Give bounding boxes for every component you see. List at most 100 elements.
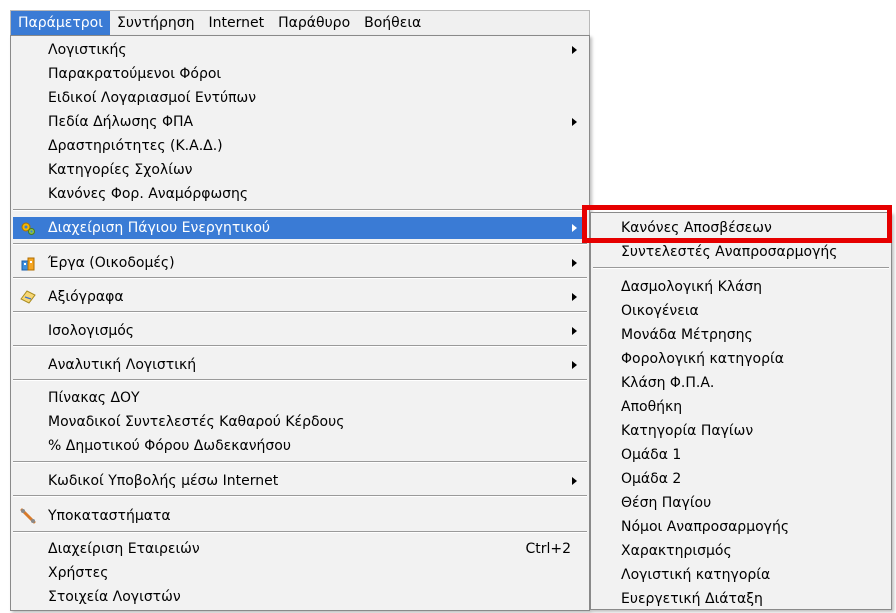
submenu-item-label: Λογιστική κατηγορία — [621, 567, 771, 583]
submenu-item-warehouse[interactable]: Αποθήκη — [593, 396, 889, 418]
menu-item-analytical-accounting[interactable]: Αναλυτική Λογιστική — [13, 354, 587, 376]
submenu-item-family[interactable]: Οικογένεια — [593, 300, 889, 322]
menu-item-comment-categories[interactable]: Κατηγορίες Σχολίων — [13, 159, 587, 181]
menu-item-label: Λογιστικής — [48, 42, 127, 58]
menu-item-vat-fields[interactable]: Πεδία Δήλωσης ΦΠΑ — [13, 111, 587, 133]
menu-item-projects[interactable]: Έργα (Οικοδομές) — [13, 252, 587, 274]
submenu-item-unit-of-measure[interactable]: Μονάδα Μέτρησης — [593, 324, 889, 346]
submenu-item-asset-location[interactable]: Θέση Παγίου — [593, 492, 889, 514]
submenu-item-label: Ευεργετική Διάταξη — [621, 591, 763, 607]
menu-item-label: Δραστηριότητες (Κ.Α.Δ.) — [48, 138, 223, 154]
submenu-item-depreciation-rules[interactable]: Κανόνες Αποσβέσεων — [593, 217, 889, 239]
menu-item-tax-adjustment-rules[interactable]: Κανόνες Φορ. Αναμόρφωσης — [13, 183, 587, 205]
menu-item-label: Διαχείριση Πάγιου Ενεργητικού — [48, 220, 271, 236]
menu-item-label: Αξιόγραφα — [48, 289, 124, 305]
submenu-item-label: Ομάδα 2 — [621, 471, 682, 487]
menu-item-accountant-details[interactable]: Στοιχεία Λογιστών — [13, 586, 587, 608]
menu-separator — [13, 345, 587, 347]
menu-item-special-form-accounts[interactable]: Ειδικοί Λογαριασμοί Εντύπων — [13, 87, 587, 109]
menubar-help[interactable]: Βοήθεια — [357, 11, 428, 35]
menubar-parameters[interactable]: Παράμετροι — [11, 11, 110, 35]
fixed-assets-submenu: Κανόνες Αποσβέσεων Συντελεστές Αναπροσαρ… — [590, 212, 892, 610]
menu-item-label: % Δημοτικού Φόρου Δωδεκανήσου — [48, 438, 291, 454]
menu-separator — [13, 277, 587, 279]
menu-item-label: Κωδικοί Υποβολής μέσω Internet — [48, 473, 279, 489]
submenu-item-revaluation-coefficients[interactable]: Συντελεστές Αναπροσαρμογής — [593, 241, 889, 263]
submenu-arrow-icon — [572, 224, 577, 232]
menu-item-users[interactable]: Χρήστες — [13, 562, 587, 584]
menu-item-securities[interactable]: Αξιόγραφα — [13, 286, 587, 308]
menu-item-label: Διαχείριση Εταιρειών — [48, 541, 200, 557]
menu-separator — [13, 461, 587, 463]
menu-item-branches[interactable]: Υποκαταστήματα — [13, 505, 587, 527]
submenu-item-label: Νόμοι Αναπροσαρμογής — [621, 519, 790, 535]
menu-item-fixed-assets[interactable]: Διαχείριση Πάγιου Ενεργητικού — [13, 217, 587, 239]
menu-item-balance-sheet[interactable]: Ισολογισμός — [13, 320, 587, 342]
submenu-item-accounting-category[interactable]: Λογιστική κατηγορία — [593, 564, 889, 586]
submenu-item-label: Οικογένεια — [621, 303, 699, 319]
menu-item-label: Κατηγορίες Σχολίων — [48, 162, 193, 178]
submenu-arrow-icon — [572, 477, 577, 485]
submenu-item-label: Αποθήκη — [621, 399, 683, 415]
submenu-arrow-icon — [572, 259, 577, 267]
submenu-item-tax-category[interactable]: Φορολογική κατηγορία — [593, 348, 889, 370]
submenu-item-beneficial-provision[interactable]: Ευεργετική Διάταξη — [593, 588, 889, 610]
menu-item-label: Υποκαταστήματα — [48, 508, 171, 524]
submenu-item-label: Θέση Παγίου — [621, 495, 712, 511]
menu-separator — [13, 311, 587, 313]
menu-item-dodecanese-municipal-tax[interactable]: % Δημοτικού Φόρου Δωδεκανήσου — [13, 435, 587, 457]
menu-separator — [593, 267, 889, 269]
menu-item-label: Κανόνες Φορ. Αναμόρφωσης — [48, 186, 249, 202]
submenu-item-asset-category[interactable]: Κατηγορία Παγίων — [593, 420, 889, 442]
branch-icon — [20, 508, 36, 524]
submenu-item-group-2[interactable]: Ομάδα 2 — [593, 468, 889, 490]
submenu-item-label: Συντελεστές Αναπροσαρμογής — [621, 244, 838, 260]
menu-item-label: Μοναδικοί Συντελεστές Καθαρού Κέρδους — [48, 414, 345, 430]
menu-item-label: Στοιχεία Λογιστών — [48, 589, 181, 605]
submenu-item-label: Κατηγορία Παγίων — [621, 423, 754, 439]
submenu-item-characterization[interactable]: Χαρακτηρισμός — [593, 540, 889, 562]
menu-item-label: Πίνακας ΔΟΥ — [48, 390, 140, 406]
menu-separator — [13, 379, 587, 381]
menubar-window[interactable]: Παράθυρο — [271, 11, 357, 35]
menu-item-company-management[interactable]: Διαχείριση Εταιρειών Ctrl+2 — [13, 538, 587, 560]
document-icon — [20, 289, 36, 305]
submenu-item-label: Χαρακτηρισμός — [621, 543, 732, 559]
submenu-item-label: Δασμολογική Κλάση — [621, 279, 763, 295]
submenu-item-label: Κανόνες Αποσβέσεων — [621, 220, 772, 236]
submenu-item-revaluation-laws[interactable]: Νόμοι Αναπροσαρμογής — [593, 516, 889, 538]
screenshot-canvas: Παράμετροι Συντήρηση Internet Παράθυρο Β… — [0, 0, 896, 613]
submenu-arrow-icon — [572, 118, 577, 126]
menu-item-activities[interactable]: Δραστηριότητες (Κ.Α.Δ.) — [13, 135, 587, 157]
submenu-item-label: Ομάδα 1 — [621, 447, 682, 463]
menu-item-accounting[interactable]: Λογιστικής — [13, 39, 587, 61]
menu-separator — [13, 243, 587, 245]
menubar-internet[interactable]: Internet — [202, 11, 272, 35]
submenu-arrow-icon — [572, 293, 577, 301]
submenu-item-label: Κλάση Φ.Π.Α. — [621, 375, 715, 391]
submenu-item-vat-class[interactable]: Κλάση Φ.Π.Α. — [593, 372, 889, 394]
menu-item-label: Πεδία Δήλωσης ΦΠΑ — [48, 114, 194, 130]
menu-item-label: Ειδικοί Λογαριασμοί Εντύπων — [48, 90, 257, 106]
menu-bar: Παράμετροι Συντήρηση Internet Παράθυρο Β… — [10, 10, 590, 35]
gears-icon — [20, 220, 36, 236]
submenu-item-group-1[interactable]: Ομάδα 1 — [593, 444, 889, 466]
menu-item-withholding-taxes[interactable]: Παρακρατούμενοι Φόροι — [13, 63, 587, 85]
menu-item-net-profit-coefficients[interactable]: Μοναδικοί Συντελεστές Καθαρού Κέρδους — [13, 411, 587, 433]
menu-item-label: Παρακρατούμενοι Φόροι — [48, 66, 222, 82]
keyboard-shortcut: Ctrl+2 — [525, 541, 571, 557]
submenu-item-customs-class[interactable]: Δασμολογική Κλάση — [593, 276, 889, 298]
submenu-item-label: Μονάδα Μέτρησης — [621, 327, 753, 343]
menu-separator — [13, 495, 587, 497]
menu-item-label: Έργα (Οικοδομές) — [48, 255, 175, 271]
menu-item-label: Αναλυτική Λογιστική — [48, 357, 197, 373]
menu-item-internet-submission-codes[interactable]: Κωδικοί Υποβολής μέσω Internet — [13, 470, 587, 492]
menu-separator — [13, 209, 587, 211]
menubar-maintenance[interactable]: Συντήρηση — [110, 11, 202, 35]
parameters-menu: Λογιστικής Παρακρατούμενοι Φόροι Ειδικοί… — [10, 35, 590, 611]
submenu-arrow-icon — [572, 361, 577, 369]
menu-item-tax-office-table[interactable]: Πίνακας ΔΟΥ — [13, 387, 587, 409]
submenu-arrow-icon — [572, 327, 577, 335]
submenu-item-label: Φορολογική κατηγορία — [621, 351, 784, 367]
menu-item-label: Χρήστες — [48, 565, 109, 581]
